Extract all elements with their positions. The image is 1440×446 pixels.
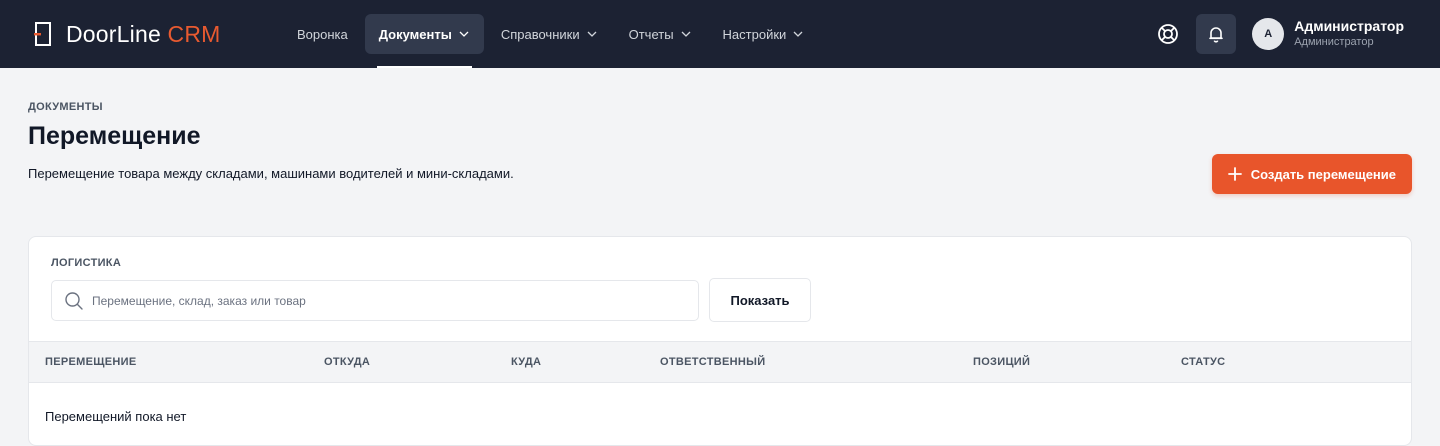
nav-item-label: Отчеты xyxy=(628,26,674,42)
table-header: ПЕРЕМЕЩЕНИЕ ОТКУДА КУДА ОТВЕТСТВЕННЫЙ ПО… xyxy=(29,341,1411,383)
chevron-down-icon xyxy=(793,31,803,37)
column-header-to[interactable]: КУДА xyxy=(511,356,541,368)
nav-item-funnel[interactable]: Воронка xyxy=(283,14,362,54)
user-info: Администратор Администратор xyxy=(1294,18,1404,50)
page-description: Перемещение товара между складами, машин… xyxy=(28,166,514,181)
column-header-from[interactable]: ОТКУДА xyxy=(324,356,370,368)
nav-item-documents[interactable]: Документы xyxy=(364,14,484,68)
search-box[interactable] xyxy=(51,280,699,321)
chevron-down-icon xyxy=(459,31,469,37)
nav-item-directories[interactable]: Справочники xyxy=(487,14,612,54)
bell-icon xyxy=(1209,27,1224,43)
user-menu[interactable]: А Администратор Администратор xyxy=(1252,18,1404,50)
nav-item-settings[interactable]: Настройки xyxy=(709,14,819,54)
notifications-button[interactable] xyxy=(1196,14,1237,54)
user-role: Администратор xyxy=(1294,36,1374,48)
avatar: А xyxy=(1252,18,1285,50)
user-name: Администратор xyxy=(1294,18,1404,34)
page-header: ДОКУМЕНТЫ Перемещение Перемещение товара… xyxy=(0,68,1440,236)
brand-logo[interactable]: DoorLine CRM xyxy=(34,21,283,48)
chevron-down-icon xyxy=(587,31,597,37)
nav-item-reports[interactable]: Отчеты xyxy=(615,14,706,54)
column-header-responsible[interactable]: ОТВЕТСТВЕННЫЙ xyxy=(660,356,765,368)
search-input[interactable] xyxy=(92,293,698,308)
nav-item-label: Документы xyxy=(378,26,452,42)
show-button[interactable]: Показать xyxy=(709,278,811,322)
help-lifebuoy-icon xyxy=(1158,24,1179,44)
breadcrumb: ДОКУМЕНТЫ xyxy=(28,101,103,113)
door-logo-icon xyxy=(34,22,54,46)
search-icon xyxy=(64,291,84,311)
card-label: ЛОГИСТИКА xyxy=(51,257,122,269)
brand-name: DoorLine xyxy=(66,20,161,47)
logistics-card: ЛОГИСТИКА Показать ПЕРЕМЕЩЕНИЕ ОТКУДА КУ… xyxy=(28,236,1412,446)
plus-icon xyxy=(1227,167,1242,181)
brand-accent: CRM xyxy=(167,20,221,47)
header-actions: А Администратор Администратор xyxy=(1148,14,1404,54)
top-navigation-bar: DoorLine CRM Воронка Документы Справочни… xyxy=(0,0,1440,68)
nav-item-label: Справочники xyxy=(500,26,580,42)
create-transfer-button[interactable]: Создать перемещение xyxy=(1211,154,1412,194)
column-header-status[interactable]: СТАТУС xyxy=(1181,356,1225,368)
brand-wordmark: DoorLine CRM xyxy=(66,21,221,48)
column-header-transfer[interactable]: ПЕРЕМЕЩЕНИЕ xyxy=(45,356,136,368)
chevron-down-icon xyxy=(681,31,691,37)
empty-state-text: Перемещений пока нет xyxy=(45,409,187,424)
create-transfer-label: Создать перемещение xyxy=(1250,166,1396,182)
main-nav: Воронка Документы Справочники Отчеты Нас… xyxy=(283,0,821,68)
nav-item-label: Воронка xyxy=(297,26,348,42)
nav-item-label: Настройки xyxy=(722,26,787,42)
help-button[interactable] xyxy=(1148,14,1188,54)
column-header-positions[interactable]: ПОЗИЦИЙ xyxy=(973,356,1030,368)
page-title: Перемещение xyxy=(28,122,201,150)
